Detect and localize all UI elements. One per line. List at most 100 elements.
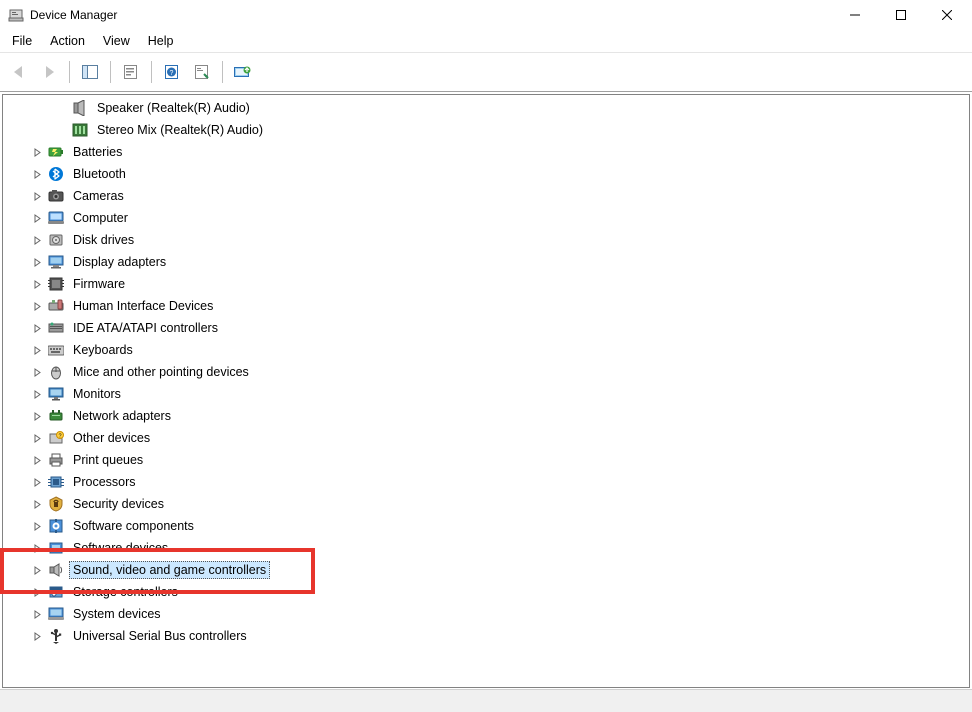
tree-item-label: Disk drives bbox=[69, 231, 138, 249]
tree-item[interactable]: Security devices bbox=[3, 493, 969, 515]
forward-button[interactable] bbox=[36, 59, 62, 85]
usb-icon bbox=[47, 627, 65, 645]
display-icon bbox=[47, 253, 65, 271]
properties-button[interactable] bbox=[118, 59, 144, 85]
expander-icon[interactable] bbox=[33, 500, 47, 509]
menu-action[interactable]: Action bbox=[42, 32, 93, 50]
expander-icon[interactable] bbox=[33, 390, 47, 399]
tree-item[interactable]: Batteries bbox=[3, 141, 969, 163]
tree-item-label: Network adapters bbox=[69, 407, 175, 425]
expander-icon[interactable] bbox=[33, 368, 47, 377]
tree-item-label: IDE ATA/ATAPI controllers bbox=[69, 319, 222, 337]
keyboard-icon bbox=[47, 341, 65, 359]
tree-item-label: Universal Serial Bus controllers bbox=[69, 627, 251, 645]
expander-icon[interactable] bbox=[33, 522, 47, 531]
tree-item[interactable]: Monitors bbox=[3, 383, 969, 405]
tree-item-label: Display adapters bbox=[69, 253, 170, 271]
expander-icon[interactable] bbox=[33, 434, 47, 443]
tree-item[interactable]: System devices bbox=[3, 603, 969, 625]
app-icon bbox=[8, 7, 24, 23]
security-icon bbox=[47, 495, 65, 513]
tree-item[interactable]: Sound, video and game controllers bbox=[3, 559, 969, 581]
expander-icon[interactable] bbox=[33, 236, 47, 245]
device-tree[interactable]: Speaker (Realtek(R) Audio)Stereo Mix (Re… bbox=[3, 95, 969, 687]
tree-item[interactable]: Software components bbox=[3, 515, 969, 537]
sound-icon bbox=[47, 561, 65, 579]
title-bar: Device Manager bbox=[0, 0, 972, 30]
scan-hardware-button[interactable] bbox=[189, 59, 215, 85]
tree-item-label: Processors bbox=[69, 473, 140, 491]
tree-item[interactable]: Disk drives bbox=[3, 229, 969, 251]
expander-icon[interactable] bbox=[33, 324, 47, 333]
tree-item[interactable]: Print queues bbox=[3, 449, 969, 471]
menu-view[interactable]: View bbox=[95, 32, 138, 50]
tree-item[interactable]: IDE ATA/ATAPI controllers bbox=[3, 317, 969, 339]
expander-icon[interactable] bbox=[33, 280, 47, 289]
svg-text:?: ? bbox=[170, 70, 174, 77]
expander-icon[interactable] bbox=[33, 412, 47, 421]
back-button[interactable] bbox=[6, 59, 32, 85]
expander-icon[interactable] bbox=[33, 544, 47, 553]
menu-bar: File Action View Help bbox=[0, 30, 972, 53]
bluetooth-icon bbox=[47, 165, 65, 183]
tree-item-label: Software devices bbox=[69, 539, 172, 557]
expander-icon[interactable] bbox=[33, 170, 47, 179]
expander-icon[interactable] bbox=[33, 566, 47, 575]
tree-item-label: Storage controllers bbox=[69, 583, 182, 601]
monitor-icon bbox=[47, 385, 65, 403]
maximize-button[interactable] bbox=[878, 0, 924, 30]
tree-item[interactable]: Software devices bbox=[3, 537, 969, 559]
toolbar-separator bbox=[222, 61, 223, 83]
expander-icon[interactable] bbox=[33, 192, 47, 201]
expander-icon[interactable] bbox=[33, 258, 47, 267]
expander-icon[interactable] bbox=[33, 148, 47, 157]
tree-item-label: Batteries bbox=[69, 143, 126, 161]
tree-item-label: Other devices bbox=[69, 429, 154, 447]
tree-item[interactable]: Processors bbox=[3, 471, 969, 493]
other-icon bbox=[47, 429, 65, 447]
tree-item[interactable]: Stereo Mix (Realtek(R) Audio) bbox=[3, 119, 969, 141]
expander-icon[interactable] bbox=[33, 478, 47, 487]
menu-help[interactable]: Help bbox=[140, 32, 182, 50]
tree-item-label: Mice and other pointing devices bbox=[69, 363, 253, 381]
tree-item-label: Software components bbox=[69, 517, 198, 535]
tree-item[interactable]: Firmware bbox=[3, 273, 969, 295]
expander-icon[interactable] bbox=[33, 632, 47, 641]
expander-icon[interactable] bbox=[33, 588, 47, 597]
expander-icon[interactable] bbox=[33, 302, 47, 311]
mixer-icon bbox=[71, 121, 89, 139]
show-hide-tree-button[interactable] bbox=[77, 59, 103, 85]
minimize-button[interactable] bbox=[832, 0, 878, 30]
tree-item-label: Monitors bbox=[69, 385, 125, 403]
expander-icon[interactable] bbox=[33, 610, 47, 619]
tree-item[interactable]: Network adapters bbox=[3, 405, 969, 427]
expander-icon[interactable] bbox=[33, 214, 47, 223]
status-bar bbox=[0, 689, 972, 712]
update-driver-button[interactable] bbox=[230, 59, 256, 85]
close-button[interactable] bbox=[924, 0, 970, 30]
firmware-icon bbox=[47, 275, 65, 293]
tree-item[interactable]: Other devices bbox=[3, 427, 969, 449]
tree-item-label: Security devices bbox=[69, 495, 168, 513]
tree-item-label: Sound, video and game controllers bbox=[69, 561, 270, 579]
tree-item[interactable]: Cameras bbox=[3, 185, 969, 207]
menu-file[interactable]: File bbox=[4, 32, 40, 50]
tree-item[interactable]: Storage controllers bbox=[3, 581, 969, 603]
tree-item-label: Firmware bbox=[69, 275, 129, 293]
sw-dev-icon bbox=[47, 539, 65, 557]
tree-item[interactable]: Display adapters bbox=[3, 251, 969, 273]
tree-item-label: Print queues bbox=[69, 451, 147, 469]
tree-item[interactable]: Keyboards bbox=[3, 339, 969, 361]
tree-item[interactable]: Universal Serial Bus controllers bbox=[3, 625, 969, 647]
tree-item[interactable]: Computer bbox=[3, 207, 969, 229]
toolbar-separator bbox=[151, 61, 152, 83]
tree-item[interactable]: Bluetooth bbox=[3, 163, 969, 185]
expander-icon[interactable] bbox=[33, 346, 47, 355]
help-button[interactable]: ? bbox=[159, 59, 185, 85]
tree-item[interactable]: Speaker (Realtek(R) Audio) bbox=[3, 97, 969, 119]
expander-icon[interactable] bbox=[33, 456, 47, 465]
tree-item[interactable]: Human Interface Devices bbox=[3, 295, 969, 317]
tree-item[interactable]: Mice and other pointing devices bbox=[3, 361, 969, 383]
speaker-icon bbox=[71, 99, 89, 117]
sw-comp-icon bbox=[47, 517, 65, 535]
